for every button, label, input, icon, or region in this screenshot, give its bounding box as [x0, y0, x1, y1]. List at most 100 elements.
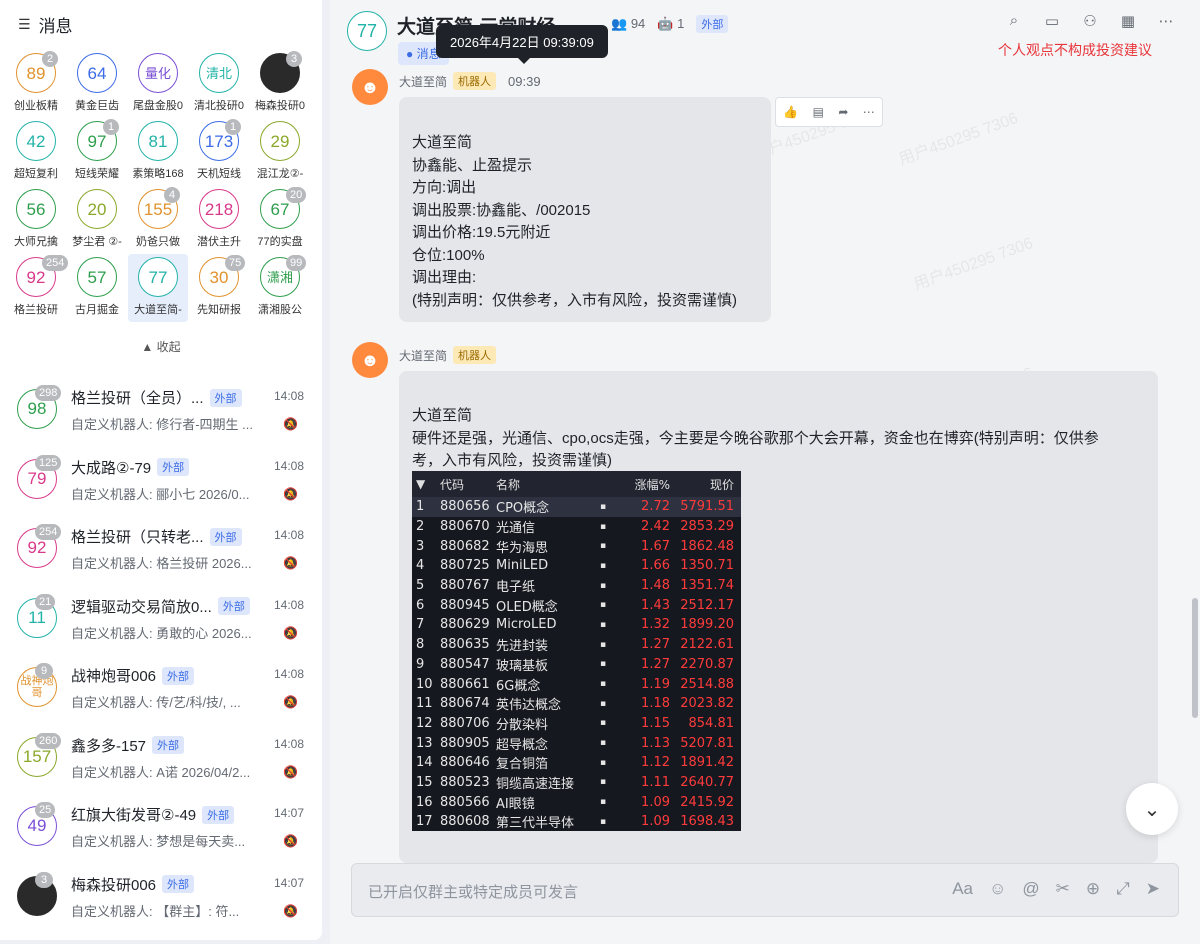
calendar-icon[interactable]: ▦: [1118, 12, 1138, 30]
external-tag: 外部: [162, 875, 195, 893]
message-bubble[interactable]: 大道至简 协鑫能、止盈提示 方向:调出 调出股票:协鑫能、/002015 调出价格:19…: [399, 97, 771, 322]
message-line: 调出理由:: [412, 269, 477, 286]
add-member-icon[interactable]: ⚇: [1080, 12, 1100, 30]
pinned-group-item[interactable]: 218 潜伏主升: [189, 186, 249, 254]
bots-count[interactable]: 🤖 1: [657, 16, 684, 32]
unread-badge: 254: [42, 255, 69, 271]
pinned-group-item[interactable]: 56 大师兄擒: [6, 186, 66, 254]
plus-icon[interactable]: ⊕: [1086, 879, 1100, 899]
scrollbar[interactable]: [1192, 598, 1198, 718]
stock-cell: 2514.88: [680, 676, 734, 692]
sort-arrow-icon: ▼: [416, 477, 426, 491]
message-sender: 大道至简 机器人: [399, 346, 497, 364]
more-icon[interactable]: ⋯: [1156, 12, 1176, 30]
more-icon[interactable]: ⋯: [863, 105, 875, 119]
chat-list-item[interactable]: 98 298 格兰投研（全员）... 外部 14:08 自定义机器人: 修行者-四期生 .…: [0, 376, 322, 446]
stock-cell: 880547: [440, 656, 490, 672]
pinned-group-item[interactable]: 155 4 奶爸只做: [128, 186, 188, 254]
message-line: (特别声明：仅供参考，入市有风险，投资需谨慎): [412, 291, 737, 309]
thumbs-up-icon[interactable]: 👍: [783, 105, 798, 119]
expand-icon[interactable]: ⤢: [1116, 879, 1130, 899]
group-avatar: 量化: [138, 53, 178, 93]
stock-cell: 854.81: [688, 715, 735, 731]
robot-avatar[interactable]: ☻: [352, 69, 388, 105]
chat-list-item[interactable]: 战神炮哥 9 战神炮哥006 外部 14:08 自定义机器人: 传/艺/科/技/, ...…: [0, 654, 322, 724]
pinned-group-item[interactable]: 77 大道至简-: [128, 254, 188, 322]
group-avatar: 29: [260, 121, 300, 161]
pinned-group-item[interactable]: 173 1 天机短线: [189, 118, 249, 186]
message-time: 09:39: [508, 73, 541, 89]
pinned-group-item[interactable]: 81 素策略168: [128, 118, 188, 186]
chevron-double-down-icon: ⌄: [1143, 798, 1161, 821]
mention-icon[interactable]: @: [1022, 879, 1039, 899]
pinned-group-item[interactable]: 67 20 77的实盘: [250, 186, 310, 254]
stock-cell: MiniLED: [496, 558, 549, 574]
stock-cell: 电子纸: [496, 580, 536, 596]
pinned-group-item[interactable]: 42 超短复利: [6, 118, 66, 186]
pinned-group-item[interactable]: 29 混江龙②-: [250, 118, 310, 186]
unread-badge: 254: [35, 524, 62, 540]
unread-badge: 260: [35, 732, 62, 749]
chat-name: 红旗大街发哥②-49: [71, 807, 197, 824]
row-marker: ▪: [600, 718, 607, 729]
text-format-icon[interactable]: Aa: [952, 879, 973, 899]
message-line: 考，入市有风险，投资需谨慎): [412, 452, 612, 469]
chat-name-row: 鑫多多-157 外部: [71, 735, 185, 756]
stock-cell: 880646: [440, 755, 490, 771]
mute-icon: 🔕: [283, 417, 298, 431]
chat-time: 14:08: [273, 389, 304, 403]
pinned-group-item[interactable]: 64 黄金巨齿: [67, 50, 127, 118]
sender-name[interactable]: 大道至简: [399, 347, 447, 364]
chat-list-item[interactable]: 79 125 大成路②-79 外部 14:08 自定义机器人: 郦小七 2026/0...…: [0, 446, 322, 516]
stock-cell: 分散染料: [496, 717, 549, 733]
stock-cell: 复合铜箔: [496, 757, 549, 773]
message-sender: 大道至简 机器人 09:39: [399, 72, 541, 90]
pinned-group-item[interactable]: 30 75 先知研报: [189, 254, 249, 322]
reply-icon[interactable]: ▤: [813, 105, 824, 119]
pinned-group-item[interactable]: 清北 清北投研0: [189, 50, 249, 118]
chat-list-item[interactable]: 49 25 红旗大街发哥②-49 外部 14:07 自定义机器人: 梦想是每天卖... 🔕: [0, 793, 322, 863]
scroll-to-bottom-button[interactable]: ⌄: [1126, 783, 1178, 835]
members-count[interactable]: 👥 94: [611, 16, 645, 32]
search-icon[interactable]: ⌕: [1004, 12, 1024, 30]
chat-list-item[interactable]: 11 21 逻辑驱动交易简放0... 外部 14:08 自定义机器人: 勇敢的心 2026…: [0, 585, 322, 655]
stock-row: 5 880767 电子纸 ▪ 1.48 1351.74: [412, 576, 741, 596]
group-avatar: 81: [138, 121, 178, 161]
stock-cell: 1351.74: [680, 578, 734, 594]
chat-name: 格兰投研（全员）...: [71, 390, 204, 407]
stock-cell: 880682: [440, 538, 490, 554]
unread-badge: 4: [164, 187, 180, 203]
message-input[interactable]: 已开启仅群主或特定成员可发言 Aa ☺ @ ✂ ⊕ ⤢ ➤: [351, 863, 1179, 917]
stock-cell: 880608: [440, 814, 490, 830]
forward-icon[interactable]: ➦: [838, 105, 848, 119]
watermark: 用户450295 7306: [896, 109, 1021, 169]
bot-tag: 机器人: [453, 72, 497, 90]
pinned-group-item[interactable]: 89 2 创业板精: [6, 50, 66, 118]
stock-cell: 1350.71: [680, 558, 734, 574]
group-avatar[interactable]: 77: [347, 11, 387, 51]
emoji-icon[interactable]: ☺: [989, 879, 1006, 899]
chat-list-item[interactable]: 3 梅森投研006 外部 14:07 自定义机器人: 【群主】: 符... 🔕: [0, 863, 322, 933]
group-label: 大师兄擒: [14, 236, 58, 248]
sender-name[interactable]: 大道至简: [399, 73, 447, 90]
collapse-button[interactable]: ▲ 收起: [0, 338, 322, 355]
send-icon[interactable]: ➤: [1146, 879, 1160, 899]
chat-list-item[interactable]: 92 254 格兰投研（只转老... 外部 14:08 自定义机器人: 格兰投研 2026…: [0, 515, 322, 585]
pinned-group-item[interactable]: 97 1 短线荣耀: [67, 118, 127, 186]
pinned-group-item[interactable]: 3 梅森投研0: [250, 50, 310, 118]
chat-list-item[interactable]: 157 260 鑫多多-157 外部 14:08 自定义机器人: A诺 2026/04/2…: [0, 724, 322, 794]
pinned-group-item[interactable]: 57 古月掘金: [67, 254, 127, 322]
stock-cell: CPO概念: [496, 501, 550, 517]
group-avatar: 20: [77, 189, 117, 229]
pinned-group-item[interactable]: 量化 尾盘金股0: [128, 50, 188, 118]
video-call-icon[interactable]: ▭: [1042, 12, 1062, 30]
pinned-group-item[interactable]: 20 梦尘君 ②-: [67, 186, 127, 254]
stock-row: 9 880547 玻璃基板 ▪ 1.27 2270.87: [412, 655, 741, 675]
pinned-group-item[interactable]: 潇湘 99 潇湘股公: [250, 254, 310, 322]
pinned-group-item[interactable]: 92 254 格兰投研: [6, 254, 69, 322]
scissors-icon[interactable]: ✂: [1056, 879, 1070, 899]
menu-toggle-icon[interactable]: ☰: [18, 16, 31, 33]
robot-avatar[interactable]: ☻: [352, 342, 388, 378]
stock-table-image[interactable]: ▼ 代码 名称 涨幅% 现价 1 880656 CPO概念 ▪ 2.72 5791.51 2 88067…: [412, 471, 741, 831]
chat-name-row: 格兰投研（只转老... 外部: [71, 526, 242, 547]
